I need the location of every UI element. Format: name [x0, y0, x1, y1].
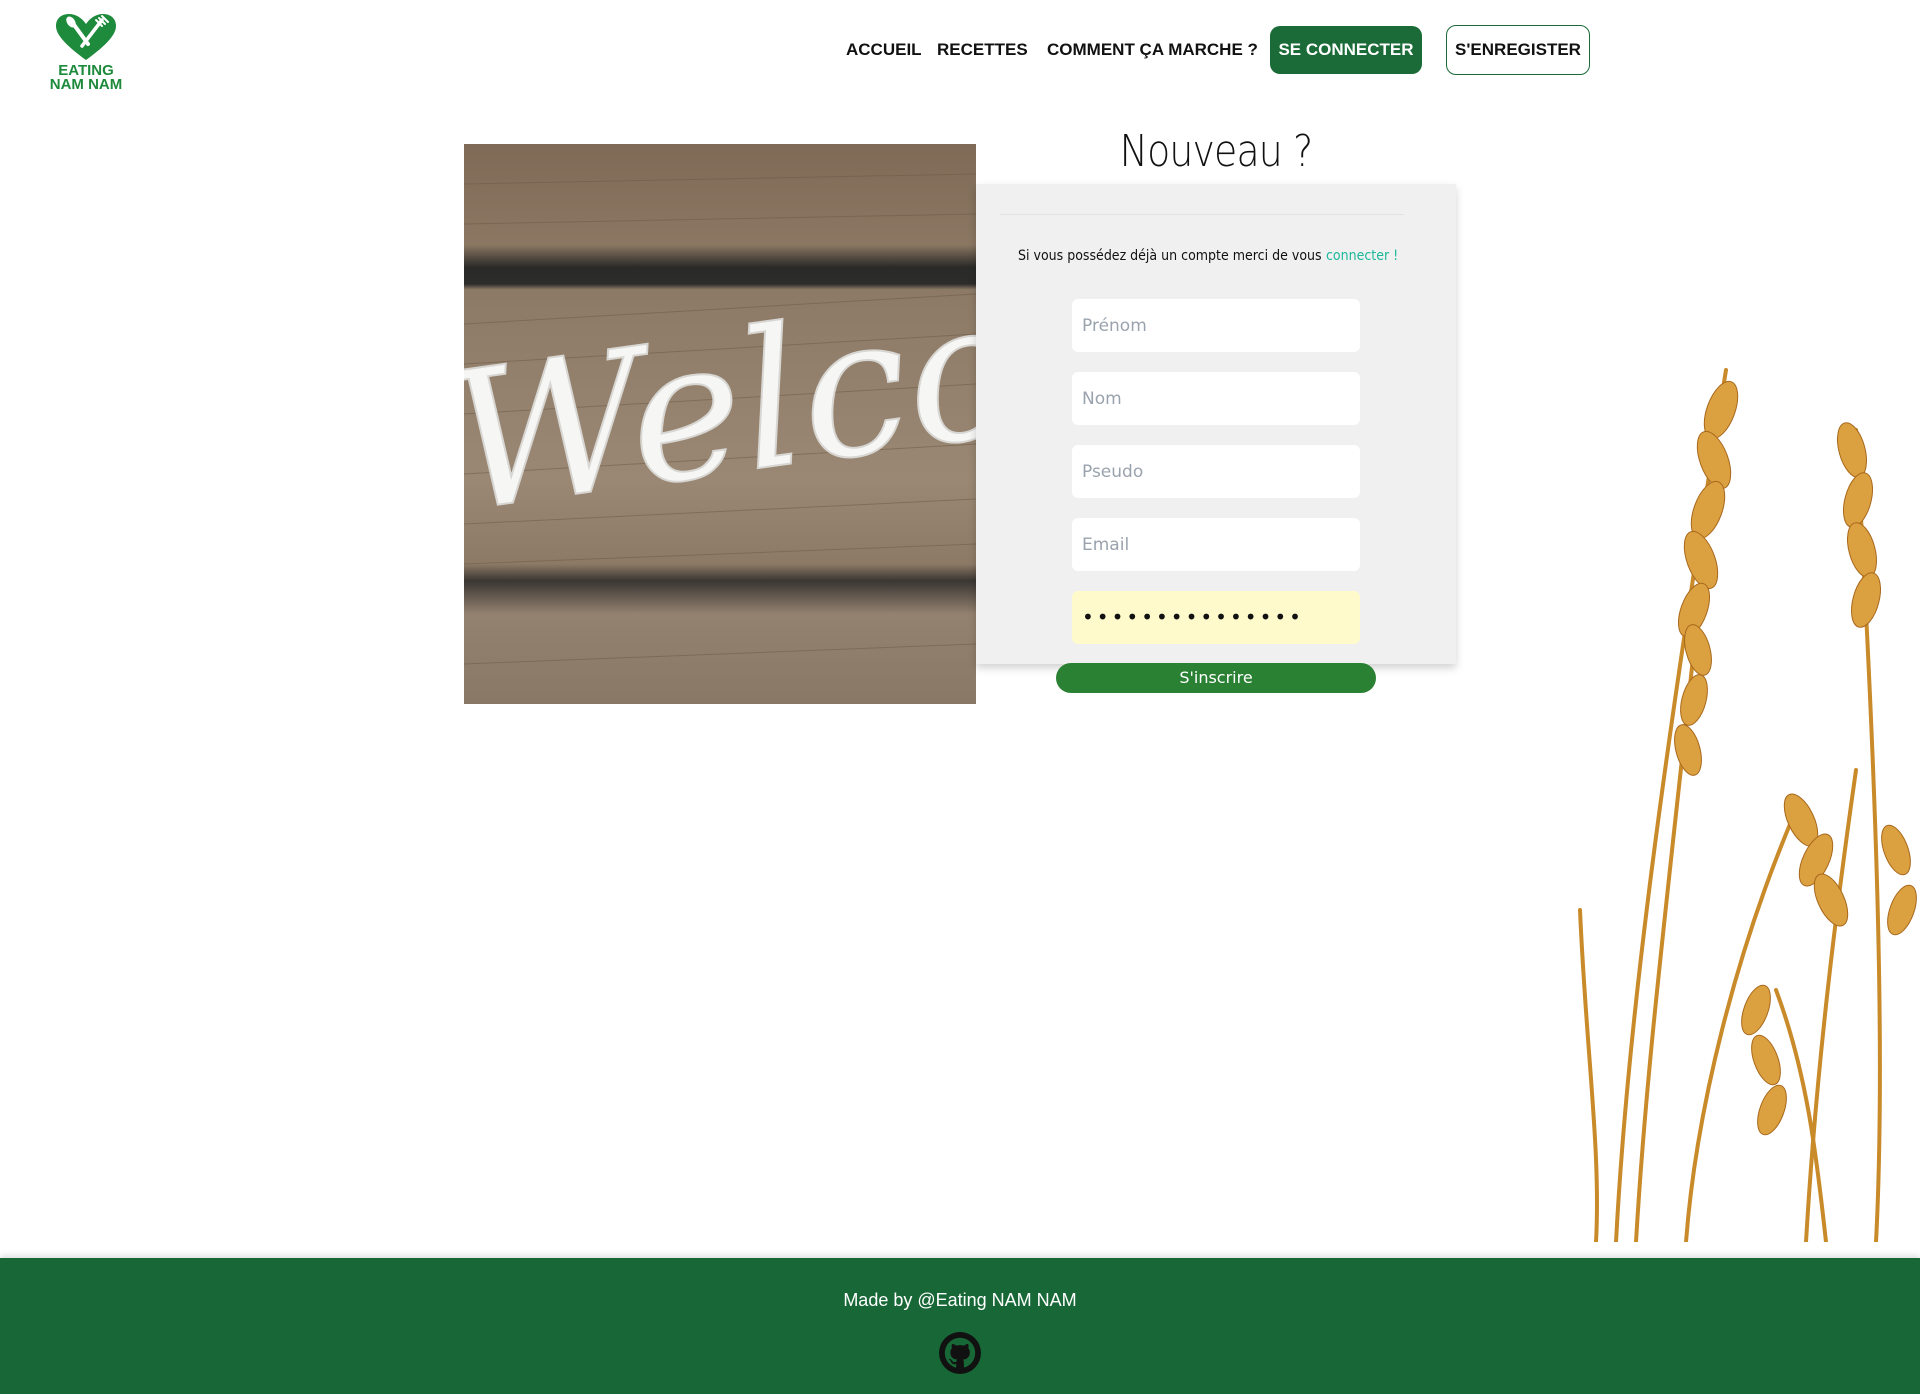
- nav-comment-ca-marche[interactable]: COMMENT ÇA MARCHE ?: [1047, 25, 1258, 75]
- nav-recettes[interactable]: RECETTES: [937, 25, 1028, 75]
- nav-accueil[interactable]: ACCUEIL: [846, 25, 922, 75]
- brand-name: EATING NAM NAM: [44, 63, 128, 93]
- welcome-sign-image: Welcom: [464, 144, 976, 704]
- made-by-text: Made by @Eating NAM NAM: [843, 1290, 1077, 1310]
- login-button[interactable]: SE CONNECTER: [1270, 26, 1422, 74]
- wheat-decoration: [1578, 368, 1917, 1242]
- register-button[interactable]: S'ENREGISTER: [1446, 25, 1590, 75]
- page-title: Nouveau ?: [1119, 126, 1314, 177]
- pseudo-input[interactable]: [1072, 445, 1360, 498]
- heart-cutlery-icon: [56, 14, 116, 60]
- signup-card: Si vous possédez déjà un compte merci de…: [976, 184, 1456, 664]
- already-account-text: Si vous possédez déjà un compte merci de…: [1018, 248, 1322, 264]
- last-name-input[interactable]: [1072, 372, 1360, 425]
- footer: Made by @Eating NAM NAM: [0, 1258, 1920, 1394]
- email-input[interactable]: [1072, 518, 1360, 571]
- first-name-input[interactable]: [1072, 299, 1360, 352]
- brand-logo[interactable]: EATING NAM NAM: [44, 12, 128, 96]
- brand-line-2: NAM NAM: [49, 76, 123, 93]
- login-link[interactable]: connecter !: [1326, 248, 1398, 264]
- github-icon[interactable]: [939, 1332, 981, 1374]
- welcome-sign-text: Welcom: [464, 231, 976, 555]
- password-input[interactable]: •••••••••••••••: [1072, 591, 1360, 644]
- signup-submit-button[interactable]: S'inscrire: [1056, 663, 1376, 693]
- divider: [1000, 214, 1404, 215]
